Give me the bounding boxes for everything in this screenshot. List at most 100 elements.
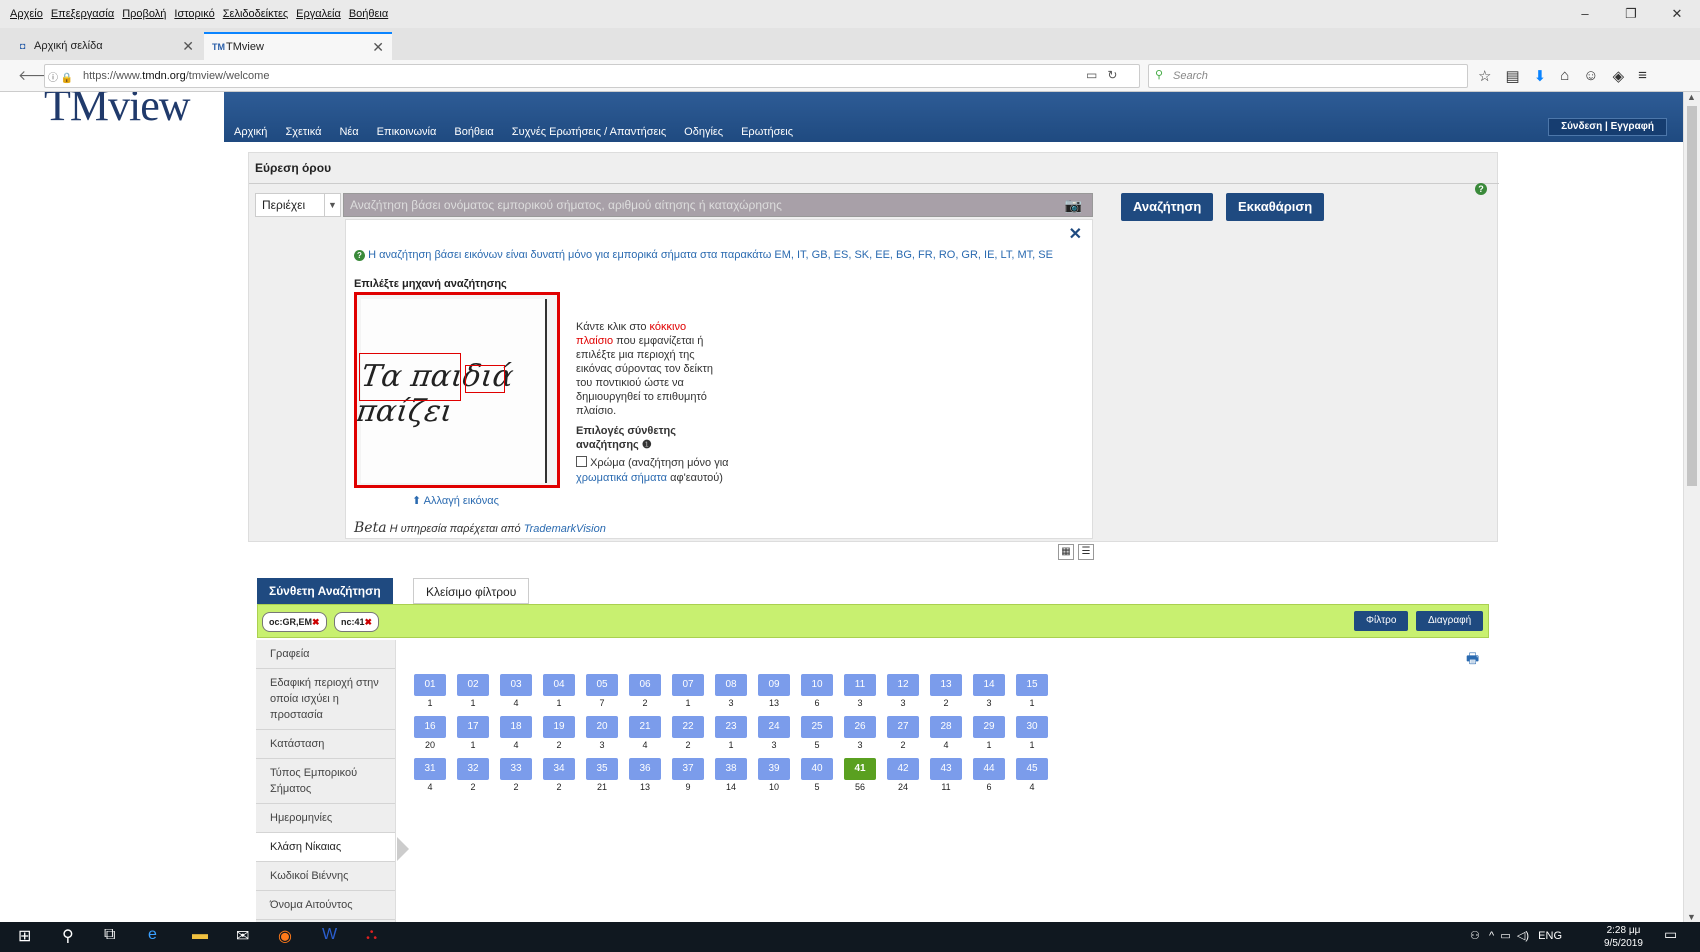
tmview-logo[interactable]: TMview [44,92,191,131]
change-image-link[interactable]: ⬆ Αλλαγή εικόνας [412,494,499,507]
nice-class-tile[interactable]: 25 [801,716,833,738]
nice-class-tile[interactable]: 12 [887,674,919,696]
help-icon[interactable]: ? [1475,183,1487,195]
search-button[interactable]: Αναζήτηση [1121,193,1214,221]
nice-class-tile[interactable]: 02 [457,674,489,696]
language-indicator[interactable]: ENG [1538,930,1562,942]
facet-applicant[interactable]: Όνομα Αιτούντος [256,891,395,920]
nice-class-tile[interactable]: 31 [414,758,446,780]
nice-class-tile[interactable]: 08 [715,674,747,696]
url-bar[interactable]: https://www. tmdn.org/tmview/welcome [44,64,1140,88]
nice-class-tile[interactable]: 21 [629,716,661,738]
facet-vienna-codes[interactable]: Κωδικοί Βιέννης [256,862,395,891]
menu-history[interactable]: Ιστορικό [174,8,214,20]
bookmark-star-icon[interactable]: ☆ [1478,67,1491,85]
nice-class-tile[interactable]: 11 [844,674,876,696]
clock[interactable]: 2:28 μμ 9/5/2019 [1604,924,1643,950]
page-scrollbar[interactable]: ▲ ▼ [1683,92,1700,922]
menu-help[interactable]: Βοήθεια [349,8,388,20]
nice-class-tile[interactable]: 18 [500,716,532,738]
nice-class-tile[interactable]: 06 [629,674,661,696]
color-marks-link[interactable]: χρωματικά σήματα [576,472,667,484]
nav-questions[interactable]: Ερωτήσεις [741,126,793,138]
close-tab-icon[interactable]: ✕ [372,39,384,56]
file-explorer-icon[interactable]: ▬ [192,926,208,944]
menu-view[interactable]: Προβολή [122,8,166,20]
facet-nice-class[interactable]: Κλάση Νίκαιας [256,833,409,862]
library-icon[interactable]: ▤ [1505,67,1519,85]
windows-start-icon[interactable]: ⊞ [18,926,31,946]
close-tab-icon[interactable]: ✕ [182,38,194,55]
nice-class-tile[interactable]: 41 [844,758,876,780]
reader-reload-icon[interactable]: ▭ ↻ [1086,68,1117,82]
nice-class-tile[interactable]: 36 [629,758,661,780]
menu-tools[interactable]: Εργαλεία [296,8,341,20]
filter-chip-office[interactable]: oc:GR,EM✖ [262,612,327,632]
nice-class-tile[interactable]: 38 [715,758,747,780]
nice-class-tile[interactable]: 04 [543,674,575,696]
nice-class-tile[interactable]: 23 [715,716,747,738]
close-window-icon[interactable]: ✕ [1654,0,1700,28]
nav-guides[interactable]: Οδηγίες [684,126,723,138]
tab-home[interactable]: ◘ Αρχική σελίδα ✕ [12,32,202,60]
facet-dates[interactable]: Ημερομηνίες [256,804,395,833]
nice-class-tile[interactable]: 44 [973,758,1005,780]
tab-close-filter[interactable]: Κλείσιμο φίλτρου [413,578,530,604]
remove-chip-icon[interactable]: ✖ [312,617,320,627]
download-icon[interactable]: ⬇ [1534,67,1547,85]
selection-box[interactable] [465,365,505,393]
mail-icon[interactable]: ✉ [236,926,249,946]
delete-button[interactable]: Διαγραφή [1416,611,1484,631]
nav-contact[interactable]: Επικοινωνία [377,126,437,138]
filter-button[interactable]: Φίλτρο [1354,611,1409,631]
print-icon[interactable]: 🖶 [1466,648,1479,672]
nice-class-tile[interactable]: 34 [543,758,575,780]
people-icon[interactable]: ⚇ [1470,930,1480,942]
color-checkbox[interactable] [576,456,587,467]
notifications-icon[interactable]: ▭ [1664,926,1677,943]
nav-faq[interactable]: Συχνές Ερωτήσεις / Απαντήσεις [512,126,666,138]
nice-class-tile[interactable]: 03 [500,674,532,696]
nice-class-tile[interactable]: 24 [758,716,790,738]
nav-about[interactable]: Σχετικά [285,126,321,138]
uploaded-image[interactable]: Τα παιδιά παίζει [354,292,560,488]
home-icon[interactable]: ⌂ [1560,67,1569,85]
nice-class-tile[interactable]: 45 [1016,758,1048,780]
scroll-down-icon[interactable]: ▼ [1687,912,1696,922]
nice-class-tile[interactable]: 15 [1016,674,1048,696]
nice-class-tile[interactable]: 09 [758,674,790,696]
nice-class-tile[interactable]: 22 [672,716,704,738]
nice-class-tile[interactable]: 32 [457,758,489,780]
facet-offices[interactable]: Γραφεία [256,640,395,669]
nice-class-tile[interactable]: 19 [543,716,575,738]
nice-class-tile[interactable]: 30 [1016,716,1048,738]
word-icon[interactable]: W [322,926,337,944]
task-view-icon[interactable]: ⧉ [104,926,115,944]
clear-button[interactable]: Εκκαθάριση [1226,193,1325,221]
nice-class-tile[interactable]: 43 [930,758,962,780]
selection-box[interactable] [359,353,461,401]
remove-chip-icon[interactable]: ✖ [365,617,373,627]
nice-class-tile[interactable]: 29 [973,716,1005,738]
nice-class-tile[interactable]: 17 [457,716,489,738]
grid-view-icon[interactable]: ▦ [1058,544,1074,560]
nice-class-tile[interactable]: 42 [887,758,919,780]
close-icon[interactable]: ✕ [1069,224,1082,244]
login-register-button[interactable]: Σύνδεση | Εγγραφή [1548,118,1667,136]
nice-class-tile[interactable]: 27 [887,716,919,738]
camera-icon[interactable]: 📷 [1065,197,1082,214]
minimize-icon[interactable]: – [1562,0,1608,28]
facet-status[interactable]: Κατάσταση [256,730,395,759]
search-input[interactable]: ⚲ Search [1148,64,1468,88]
nice-class-tile[interactable]: 33 [500,758,532,780]
list-view-icon[interactable]: ☰ [1078,544,1094,560]
scroll-up-icon[interactable]: ▲ [1687,92,1696,102]
tab-tmview[interactable]: TM TMview ✕ [204,32,392,60]
restore-icon[interactable]: ❐ [1608,0,1654,28]
nice-class-tile[interactable]: 05 [586,674,618,696]
scroll-thumb[interactable] [1687,106,1697,486]
nice-class-tile[interactable]: 10 [801,674,833,696]
nice-class-tile[interactable]: 37 [672,758,704,780]
facet-territory[interactable]: Εδαφική περιοχή στην οποία ισχύει η προσ… [256,669,395,730]
nice-class-tile[interactable]: 35 [586,758,618,780]
